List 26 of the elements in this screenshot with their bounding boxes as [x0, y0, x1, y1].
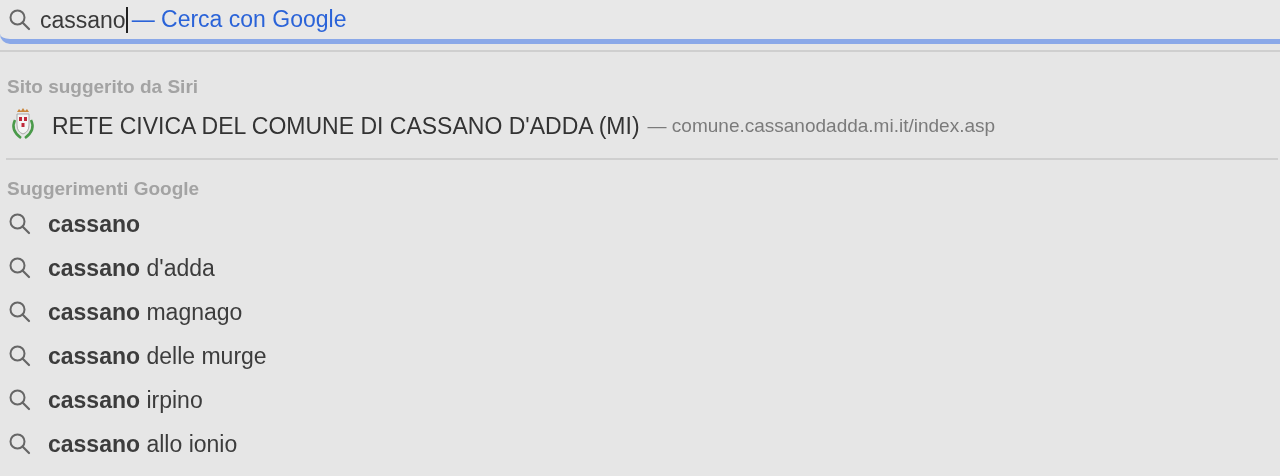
suggestion-item[interactable]: cassano allo ionio — [0, 422, 1280, 466]
section-header: Sito suggerito da Siri — [6, 75, 200, 99]
search-icon — [8, 344, 32, 368]
site-title: RETE CIVICA DEL COMUNE DI CASSANO D'ADDA (MI) — [52, 111, 640, 141]
suggestion-text: cassano — [48, 209, 141, 239]
search-icon — [8, 256, 32, 280]
suggestion-item[interactable]: cassano d'adda — [0, 246, 1280, 290]
suggested-site[interactable]: RETE CIVICA DEL COMUNE DI CASSANO D'ADDA (MI) — comune.cassanodadda.mi.it/index.asp — [0, 100, 1280, 144]
suggestion-item[interactable]: cassano irpino — [0, 378, 1280, 422]
search-text: cassano — [40, 6, 128, 33]
suggestion-text: cassano irpino — [48, 385, 203, 415]
search-icon — [8, 432, 32, 456]
search-icon — [8, 388, 32, 412]
search-icon — [8, 300, 32, 324]
suggestion-text: cassano d'adda — [48, 253, 215, 283]
search-hint: — Cerca con Google — [131, 5, 347, 35]
suggestion-item[interactable]: cassano — [0, 202, 1280, 246]
suggestion-text: cassano magnago — [48, 297, 243, 327]
site-url: — comune.cassanodadda.mi.it/index.asp — [647, 113, 996, 138]
search-icon — [8, 7, 32, 32]
suggestion-item[interactable]: cassano delle murge — [0, 334, 1280, 378]
suggestion-text: cassano delle murge — [48, 341, 267, 371]
suggestion-item[interactable]: cassano magnago — [0, 290, 1280, 334]
suggestion-text: cassano allo ionio — [48, 429, 238, 459]
section-header: Suggerimenti Google — [6, 177, 201, 201]
search-icon — [8, 212, 32, 236]
